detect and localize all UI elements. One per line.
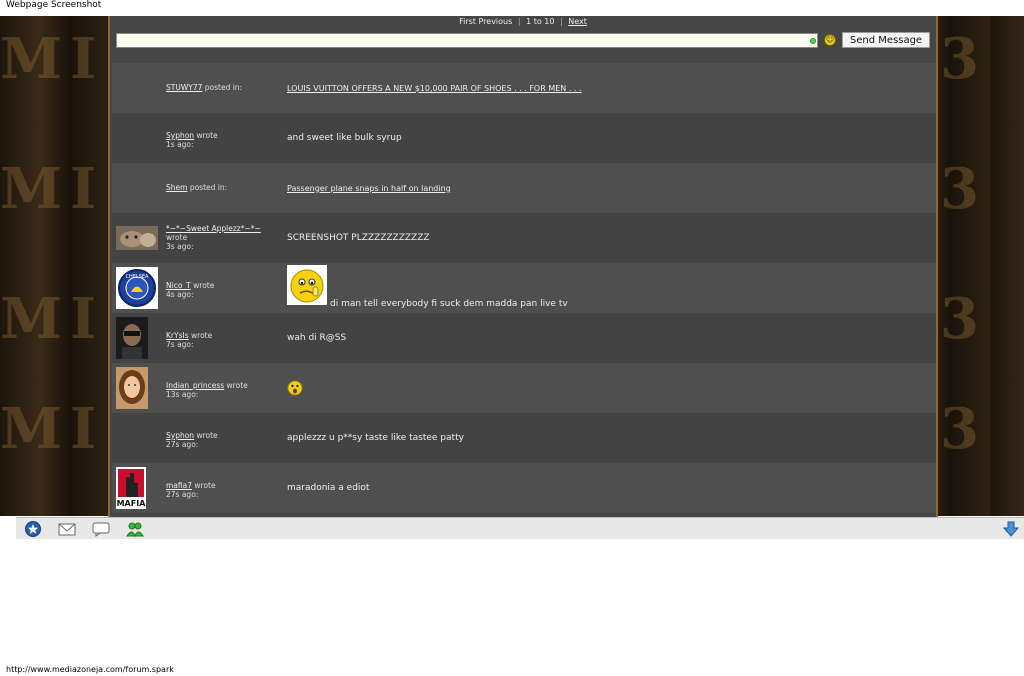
feed-row: CHELSEA Nico_T wrote 4s ago: di man tell ev…	[112, 263, 936, 313]
message-content: Passenger plane snaps in half on landing	[287, 163, 928, 213]
message-content: and sweet like bulk syrup	[287, 113, 928, 163]
message-content	[287, 363, 928, 413]
feed-row: KrYsIs wrote 7s ago: wah di R@SS	[112, 313, 936, 363]
message-content: LOUIS VUITTON OFFERS A NEW $10,000 PAIR …	[287, 63, 928, 113]
avatar[interactable]: CHELSEA	[116, 267, 158, 309]
pager-previous[interactable]: Previous	[478, 17, 512, 26]
avatar	[116, 167, 158, 209]
username-link[interactable]: *~*~Sweet Applezz*~*~	[166, 224, 261, 233]
username-link[interactable]: mafia7	[166, 481, 192, 490]
author-info: mafia7 wrote 27s ago:	[166, 481, 281, 499]
username-link[interactable]: Syphon	[166, 131, 194, 140]
author-info: Syphon wrote 27s ago:	[166, 431, 281, 449]
timestamp: 13s ago:	[166, 390, 199, 399]
action-text: wrote	[166, 233, 188, 242]
message-text: di man tell everybody fi suck dem madda …	[330, 299, 568, 309]
thread-link[interactable]: LOUIS VUITTON OFFERS A NEW $10,000 PAIR …	[287, 84, 582, 93]
message-text: and sweet like bulk syrup	[287, 133, 402, 143]
username-link[interactable]: Nico_T	[166, 281, 191, 290]
message-content: applezzz u p**sy taste like tastee patty	[287, 413, 928, 463]
action-text: wrote	[196, 431, 218, 440]
action-text: wrote	[193, 281, 215, 290]
emoticon-picker-icon[interactable]: ☺	[824, 34, 836, 46]
avatar	[116, 417, 158, 459]
send-message-button[interactable]: Send Message	[842, 32, 930, 48]
avatar	[116, 117, 158, 159]
chat-message-input[interactable]	[116, 33, 818, 48]
friends-icon[interactable]	[126, 521, 144, 538]
avatar-crest-text: CHELSEA	[126, 274, 150, 280]
username-link[interactable]: Indian_princess	[166, 381, 224, 390]
message-content: di man tell everybody fi suck dem madda …	[287, 263, 928, 313]
avatar-logo-text: MAFIA	[117, 499, 146, 508]
username-link[interactable]: Shem	[166, 183, 187, 192]
feed-row: Syphon wrote 1s ago: and sweet like bulk s…	[112, 113, 936, 163]
feed-row: STUWY77 posted in: LOUIS VUITTON OFFERS A…	[112, 63, 936, 113]
screenshot-label: Webpage Screenshot	[6, 0, 102, 10]
avatar[interactable]	[116, 367, 158, 409]
message-content: wah di R@SS	[287, 313, 928, 363]
message-text: maradonia a ediot	[287, 483, 370, 493]
timestamp: 27s ago:	[166, 440, 199, 449]
username-link[interactable]: KrYsIs	[166, 331, 189, 340]
timestamp: 1s ago:	[166, 140, 194, 149]
timestamp: 27s ago:	[166, 490, 199, 499]
author-info: Indian_princess wrote 13s ago:	[166, 381, 281, 399]
thread-link[interactable]: Passenger plane snaps in half on landing	[287, 184, 451, 193]
message-text: SCREENSHOT PLZZZZZZZZZZZ	[287, 233, 430, 243]
pagination: First Previous | 1 to 10 | Next	[459, 17, 587, 26]
username-link[interactable]: Syphon	[166, 431, 194, 440]
shocked-smiley-icon	[287, 380, 303, 396]
message-content: maradonia a ediot	[287, 463, 928, 513]
pager-first[interactable]: First	[459, 17, 476, 26]
action-text: wrote	[194, 481, 216, 490]
author-info: Syphon wrote 1s ago:	[166, 131, 281, 149]
star-icon[interactable]	[24, 521, 42, 537]
username-link[interactable]: STUWY77	[166, 83, 202, 92]
author-info: *~*~Sweet Applezz*~*~ wrote 3s ago:	[166, 224, 281, 251]
action-text: wrote	[196, 131, 218, 140]
avatar[interactable]: MAFIA	[116, 467, 158, 509]
feed-row: Indian_princess wrote 13s ago:	[112, 363, 936, 413]
status-dot-icon	[810, 38, 816, 44]
confused-smiley-icon	[287, 265, 327, 305]
message-text: applezzz u p**sy taste like tastee patty	[287, 433, 464, 443]
download-arrow-icon[interactable]	[1002, 521, 1020, 537]
author-info: Nico_T wrote 4s ago:	[166, 281, 281, 299]
mail-icon[interactable]	[58, 521, 76, 537]
pager-range: 1 to 10	[526, 17, 555, 26]
avatar[interactable]	[116, 317, 158, 359]
action-text: wrote	[191, 331, 213, 340]
feed-row: *~*~Sweet Applezz*~*~ wrote 3s ago: SCREEN…	[112, 213, 936, 263]
author-info: STUWY77 posted in:	[166, 83, 281, 92]
pager-next[interactable]: Next	[568, 17, 587, 26]
feed-row: Syphon wrote 27s ago: applezzz u p**sy tas…	[112, 413, 936, 463]
bottom-toolbar	[16, 517, 1024, 539]
message-content: SCREENSHOT PLZZZZZZZZZZZ	[287, 213, 928, 263]
message-feed: STUWY77 posted in: LOUIS VUITTON OFFERS A…	[112, 63, 936, 513]
timestamp: 7s ago:	[166, 340, 194, 349]
page-url: http://www.mediazoneja.com/forum.spark	[6, 665, 174, 674]
chat-input-bar: ☺ Send Message	[110, 28, 936, 56]
feed-row: Shem posted in: Passenger plane snaps in …	[112, 163, 936, 213]
timestamp: 4s ago:	[166, 290, 194, 299]
action-text: wrote	[226, 381, 248, 390]
message-text: wah di R@SS	[287, 333, 347, 343]
action-text: posted in:	[204, 83, 243, 92]
timestamp: 3s ago:	[166, 242, 194, 251]
avatar[interactable]	[116, 217, 158, 259]
avatar	[116, 67, 158, 109]
author-info: KrYsIs wrote 7s ago:	[166, 331, 281, 349]
chat-icon[interactable]	[92, 521, 110, 537]
feed-row: MAFIA mafia7 wrote 27s ago: maradonia a edi…	[112, 463, 936, 513]
author-info: Shem posted in:	[166, 183, 281, 192]
chat-panel: First Previous | 1 to 10 | Next ☺ Send M…	[108, 16, 938, 517]
action-text: posted in:	[189, 183, 228, 192]
